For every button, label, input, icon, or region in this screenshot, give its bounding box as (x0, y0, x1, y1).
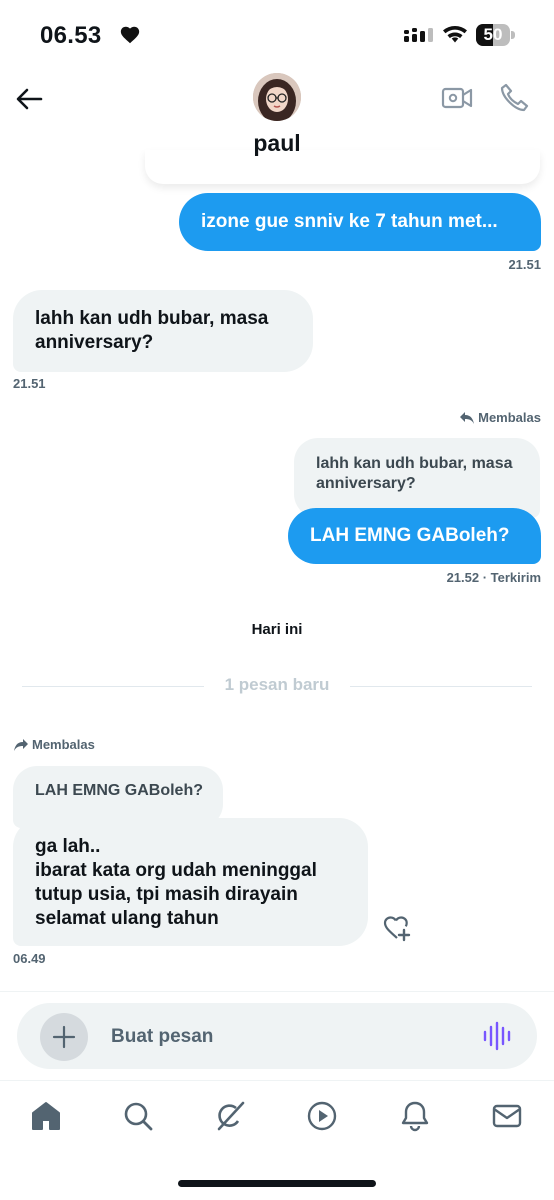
message-bubble-outgoing[interactable]: izone gue snniv ke 7 tahun met... (179, 193, 541, 251)
home-icon[interactable] (29, 1099, 63, 1133)
search-icon[interactable] (121, 1099, 155, 1133)
battery-indicator: 50 (476, 24, 516, 46)
back-arrow-icon[interactable] (14, 84, 44, 114)
message-bubble-incoming[interactable]: ga lah.. ibarat kata org udah meninggal … (13, 818, 368, 946)
add-reaction-icon[interactable] (382, 913, 412, 943)
quoted-message[interactable]: lahh kan udh bubar, masa anniversary? (294, 438, 540, 518)
divider (0, 991, 554, 992)
grok-icon[interactable] (213, 1099, 247, 1133)
message-timestamp: 21.52 · Terkirim (446, 570, 541, 585)
avatar[interactable] (253, 73, 301, 121)
message-bubble-outgoing[interactable]: LAH EMNG GABoleh? (288, 508, 541, 564)
signal-icon (404, 28, 433, 42)
message-timestamp: 21.51 (508, 257, 541, 272)
home-indicator[interactable] (178, 1180, 376, 1187)
quoted-text: lahh kan udh bubar, masa anniversary? (316, 455, 513, 492)
quoted-text: LAH EMNG GABoleh? (35, 782, 203, 799)
wifi-icon (443, 25, 467, 43)
reply-label-text: Membalas (32, 737, 95, 752)
video-call-icon[interactable] (441, 84, 473, 112)
message-text: LAH EMNG GABoleh? (310, 525, 510, 546)
voice-wave-icon[interactable] (482, 1020, 512, 1052)
message-text: ga lah.. ibarat kata org udah meninggal … (35, 836, 317, 929)
message-timestamp: 21.51 (13, 376, 46, 391)
message-text: lahh kan udh bubar, masa anniversary? (35, 308, 269, 353)
phone-call-icon[interactable] (498, 82, 530, 114)
new-messages-divider: 1 pesan baru (224, 675, 330, 694)
divider (0, 1080, 554, 1081)
message-composer[interactable] (17, 1003, 537, 1069)
message-input[interactable]: Buat pesan (111, 1026, 213, 1048)
status-time: 06.53 (40, 22, 102, 49)
plus-icon (52, 1025, 76, 1049)
reply-label: Membalas (459, 410, 541, 425)
reply-icon (460, 412, 475, 424)
notifications-icon[interactable] (398, 1099, 432, 1133)
message-bubble-incoming[interactable]: lahh kan udh bubar, masa anniversary? (13, 290, 313, 372)
contact-name[interactable]: paul (0, 130, 554, 157)
battery-level-text: 50 (483, 25, 503, 44)
reply-label: Membalas (13, 737, 95, 752)
day-separator: Hari ini (251, 621, 303, 638)
add-media-button[interactable] (40, 1013, 88, 1061)
messages-icon[interactable] (490, 1099, 524, 1133)
reply-icon (14, 739, 28, 751)
video-icon[interactable] (305, 1099, 339, 1133)
message-text: izone gue snniv ke 7 tahun met... (201, 211, 498, 232)
message-timestamp: 06.49 (13, 951, 46, 966)
reply-label-text: Membalas (478, 410, 541, 425)
heart-icon (120, 26, 140, 44)
